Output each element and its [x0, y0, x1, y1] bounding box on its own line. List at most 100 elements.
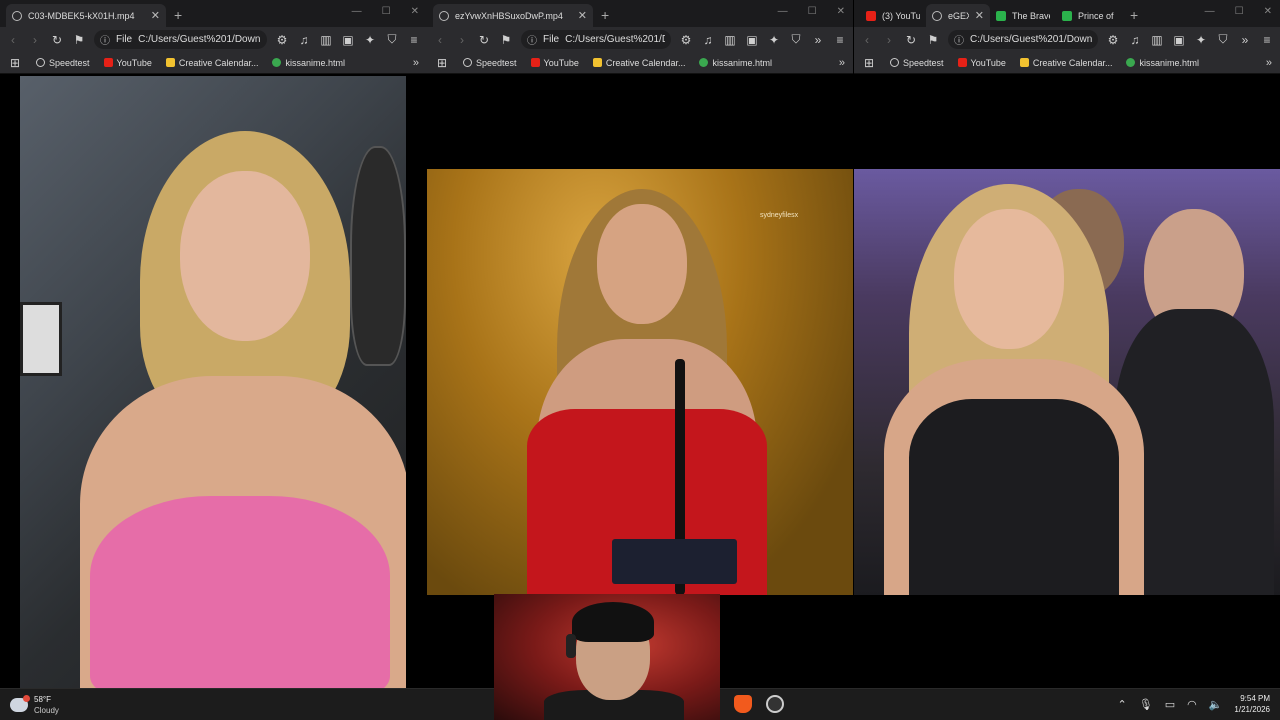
overflow-icon[interactable]: » [811, 33, 825, 47]
new-tab-button[interactable]: + [601, 7, 609, 23]
sidebar-icon[interactable]: ▥ [319, 33, 333, 47]
volume-icon[interactable]: 🔈 [1209, 698, 1223, 711]
maximize-icon[interactable]: ☐ [808, 6, 817, 17]
wallet-icon[interactable]: ▣ [745, 33, 759, 47]
bookmarks-overflow-icon[interactable]: » [1266, 57, 1272, 69]
bookmark-kissanime[interactable]: kissanime.html [699, 58, 772, 68]
tab-video-3[interactable]: eGEXi ✕ [926, 4, 990, 27]
bookmark-speedtest[interactable]: Speedtest [890, 58, 944, 68]
close-window-icon[interactable]: ✕ [1264, 6, 1272, 17]
new-tab-button[interactable]: + [1130, 7, 1138, 23]
info-icon[interactable]: ⓘ [527, 32, 537, 47]
music-icon[interactable]: ♫ [297, 33, 311, 47]
maximize-icon[interactable]: ☐ [1235, 6, 1244, 17]
bookmark-creative-calendar[interactable]: Creative Calendar... [165, 58, 258, 68]
forward-icon[interactable]: › [455, 33, 469, 47]
video-player[interactable] [20, 76, 406, 688]
bookmark-youtube[interactable]: YouTube [530, 58, 579, 68]
bookmark-creative-calendar[interactable]: Creative Calendar... [592, 58, 685, 68]
bookmark-creative-calendar[interactable]: Creative Calendar... [1019, 58, 1112, 68]
close-icon[interactable]: ✕ [578, 9, 587, 22]
minimize-icon[interactable]: — [778, 6, 788, 17]
address-bar[interactable]: ⓘ File C:/Users/Guest%201/Downloads/ [94, 30, 267, 49]
new-tab-button[interactable]: + [174, 7, 182, 23]
tab-strip: C03-MDBEK5-kX01H.mp4 ✕ + — ☐ ✕ [0, 0, 427, 27]
info-icon[interactable]: ⓘ [100, 32, 110, 47]
bookmark-icon[interactable]: ⚑ [72, 33, 86, 47]
leo-icon[interactable]: ✦ [767, 33, 781, 47]
sidebar-icon[interactable]: ▥ [723, 33, 737, 47]
tab-prince-of[interactable]: Prince of [1056, 4, 1122, 27]
network-icon[interactable]: ▭ [1165, 698, 1175, 711]
speedtest-icon [36, 58, 45, 67]
apps-grid-icon[interactable]: ⊞ [862, 56, 876, 70]
wallet-icon[interactable]: ▣ [1172, 33, 1186, 47]
shield-icon[interactable]: ⛉ [789, 32, 803, 47]
bookmark-youtube[interactable]: YouTube [957, 58, 1006, 68]
info-icon[interactable]: ⓘ [954, 32, 964, 47]
bookmark-icon[interactable]: ⚑ [926, 33, 940, 47]
apps-grid-icon[interactable]: ⊞ [8, 56, 22, 70]
sidebar-icon[interactable]: ▥ [1150, 33, 1164, 47]
microphone-icon[interactable]: 🎙 [1139, 698, 1153, 711]
wallet-icon[interactable]: ▣ [341, 33, 355, 47]
reload-icon[interactable]: ↻ [904, 33, 918, 47]
window-controls: — ☐ ✕ [778, 6, 845, 17]
bookmark-kissanime[interactable]: kissanime.html [272, 58, 345, 68]
tab-youtube[interactable]: (3) YouTub [860, 4, 926, 27]
music-icon[interactable]: ♫ [701, 33, 715, 47]
address-bar[interactable]: ⓘ C:/Users/Guest%201/Downloads/e [948, 30, 1098, 49]
wifi-icon[interactable]: ◠ [1187, 698, 1197, 711]
bookmarks-overflow-icon[interactable]: » [413, 57, 419, 69]
tab-the-brave[interactable]: The Brave [990, 4, 1056, 27]
apps-grid-icon[interactable]: ⊞ [435, 56, 449, 70]
reload-icon[interactable]: ↻ [477, 33, 491, 47]
speedtest-icon [890, 58, 899, 67]
close-icon[interactable]: ✕ [151, 9, 160, 22]
bookmark-kissanime[interactable]: kissanime.html [1126, 58, 1199, 68]
menu-icon[interactable]: ≡ [833, 33, 847, 47]
brave-icon[interactable] [734, 695, 752, 713]
nav-toolbar: ‹ › ↻ ⚑ ⓘ File C:/Users/Guest%201/Downlo… [0, 27, 427, 52]
obs-icon[interactable] [766, 695, 784, 713]
back-icon[interactable]: ‹ [433, 33, 447, 47]
music-icon[interactable]: ♫ [1128, 33, 1142, 47]
bookmarks-overflow-icon[interactable]: » [839, 57, 845, 69]
leo-icon[interactable]: ✦ [363, 33, 377, 47]
weather-widget[interactable]: 58°F Cloudy [10, 694, 59, 716]
overflow-icon[interactable]: » [1238, 33, 1252, 47]
close-window-icon[interactable]: ✕ [837, 6, 845, 17]
extensions-icon[interactable]: ⚙ [275, 33, 289, 47]
youtube-icon [957, 58, 967, 67]
maximize-icon[interactable]: ☐ [382, 6, 391, 17]
back-icon[interactable]: ‹ [6, 33, 20, 47]
tab-video-2[interactable]: ezYvwXnHBSuxoDwP.mp4 ✕ [433, 4, 593, 27]
shield-icon[interactable]: ⛉ [385, 32, 399, 47]
video-player[interactable] [854, 169, 1280, 595]
leo-icon[interactable]: ✦ [1194, 33, 1208, 47]
green-app-icon [1062, 10, 1072, 21]
clock[interactable]: 9:54 PM 1/21/2026 [1234, 693, 1270, 715]
bookmark-icon[interactable]: ⚑ [499, 33, 513, 47]
menu-icon[interactable]: ≡ [407, 33, 421, 47]
bookmark-speedtest[interactable]: Speedtest [36, 58, 90, 68]
forward-icon[interactable]: › [28, 33, 42, 47]
close-window-icon[interactable]: ✕ [411, 6, 419, 17]
bookmarks-bar: ⊞ Speedtest YouTube Creative Calendar...… [427, 52, 853, 74]
bookmark-youtube[interactable]: YouTube [103, 58, 152, 68]
minimize-icon[interactable]: — [1205, 6, 1215, 17]
forward-icon[interactable]: › [882, 33, 896, 47]
reload-icon[interactable]: ↻ [50, 33, 64, 47]
shield-icon[interactable]: ⛉ [1216, 32, 1230, 47]
close-icon[interactable]: ✕ [975, 9, 984, 22]
bookmark-speedtest[interactable]: Speedtest [463, 58, 517, 68]
back-icon[interactable]: ‹ [860, 33, 874, 47]
extensions-icon[interactable]: ⚙ [679, 33, 693, 47]
menu-icon[interactable]: ≡ [1260, 33, 1274, 47]
video-player[interactable]: sydneyfilesx [427, 169, 853, 595]
chevron-up-icon[interactable]: ⌃ [1118, 698, 1127, 711]
extensions-icon[interactable]: ⚙ [1106, 33, 1120, 47]
address-bar[interactable]: ⓘ File C:/Users/Guest%201/Downloads/ [521, 30, 671, 49]
minimize-icon[interactable]: — [352, 6, 362, 17]
tab-video-1[interactable]: C03-MDBEK5-kX01H.mp4 ✕ [6, 4, 166, 27]
